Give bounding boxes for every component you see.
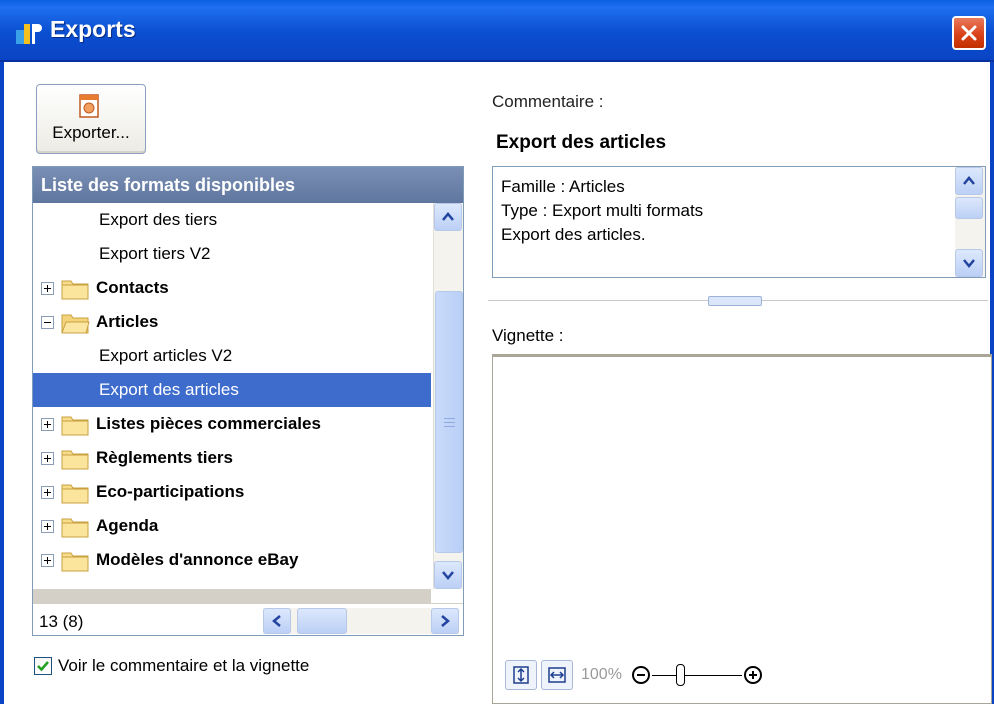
show-comment-option[interactable]: Voir le commentaire et la vignette (34, 656, 309, 676)
scroll-thumb[interactable] (435, 291, 463, 553)
vertical-scrollbar[interactable] (433, 203, 463, 589)
tree-group-item[interactable]: Modèles d'annonce eBay (33, 543, 431, 577)
tree-group-item[interactable]: Listes pièces commerciales (33, 407, 431, 441)
tree-item-label: Listes pièces commerciales (96, 414, 321, 433)
dialog-body: Exporter... Liste des formats disponible… (0, 62, 994, 704)
chevron-up-icon (442, 212, 454, 221)
zoom-out-icon[interactable] (631, 666, 650, 684)
fit-width-icon (548, 667, 566, 683)
expand-icon[interactable] (41, 519, 54, 533)
tree-child-item[interactable]: Export articles V2 (33, 339, 431, 373)
zoom-slider-knob[interactable] (675, 664, 685, 686)
horizontal-scrollbar[interactable] (263, 608, 459, 634)
vignette-label: Vignette : (492, 326, 564, 345)
tree-item-label: Articles (96, 312, 159, 331)
tree-group-item[interactable]: Contacts (33, 271, 431, 305)
tree-item-label: Export articles V2 (99, 346, 233, 365)
vignette-preview: 100% (492, 354, 992, 704)
show-comment-label: Voir le commentaire et la vignette (58, 656, 310, 675)
folder-icon (61, 484, 89, 504)
tree-group-item[interactable]: Articles (33, 305, 431, 339)
vignette-toolbar: 100% (505, 657, 762, 693)
expand-icon[interactable] (41, 451, 54, 465)
tree-child-item[interactable]: Export tiers V2 (33, 237, 431, 271)
splitter-handle[interactable] (708, 296, 762, 306)
tree-item-label: Modèles d'annonce eBay (96, 550, 299, 569)
expand-icon[interactable] (41, 417, 54, 431)
comment-scroll-down-button[interactable] (955, 249, 983, 277)
chevron-left-icon (272, 615, 281, 627)
tree-child-item[interactable]: Export des tiers (33, 203, 431, 237)
tree-item-label: Agenda (96, 516, 159, 535)
tree-child-item[interactable]: Export des articles (33, 373, 431, 407)
tree-group-item[interactable]: Eco-participations (33, 475, 431, 509)
expand-icon[interactable] (41, 553, 54, 567)
fit-height-button[interactable] (505, 660, 537, 690)
chevron-right-icon (441, 615, 450, 627)
export-button-label: Exporter... (52, 123, 130, 142)
scroll-right-button[interactable] (431, 608, 459, 634)
tree-item-label: Export tiers V2 (99, 244, 211, 263)
folder-icon (61, 552, 89, 572)
folder-open-icon (61, 314, 90, 334)
chevron-down-icon (963, 259, 975, 268)
folder-icon (61, 280, 89, 300)
scroll-left-button[interactable] (263, 608, 291, 634)
folder-icon (61, 518, 89, 538)
zoom-in-icon[interactable] (743, 666, 762, 684)
folder-icon (61, 416, 89, 436)
fit-width-button[interactable] (541, 660, 573, 690)
document-export-icon (79, 94, 99, 118)
expand-icon[interactable] (41, 485, 54, 499)
folder-icon (61, 450, 89, 470)
zoom-level: 100% (581, 666, 622, 683)
tree-item-label: Règlements tiers (96, 448, 233, 467)
list-footer-band (33, 589, 431, 603)
close-button[interactable] (952, 16, 986, 50)
list-header: Liste des formats disponibles (33, 167, 463, 203)
window-title: Exports (50, 16, 136, 42)
tree-item-label: Export des articles (99, 380, 239, 399)
comment-textbox[interactable]: Famille : Articles Type : Export multi f… (492, 166, 986, 278)
tree-group-item[interactable]: Règlements tiers (33, 441, 431, 475)
chevron-down-icon (442, 571, 454, 580)
formats-tree[interactable]: Export des tiers Export tiers V2 Contacts A… (33, 203, 431, 589)
checkmark-icon (37, 661, 49, 672)
tree-item-label: Export des tiers (99, 210, 218, 229)
scroll-down-button[interactable] (434, 561, 462, 589)
panel-splitter[interactable] (488, 296, 988, 306)
comment-scroll-thumb[interactable] (955, 197, 983, 219)
title-bar: Exports (0, 0, 994, 62)
comment-text: Famille : Articles Type : Export multi f… (501, 177, 704, 244)
zoom-slider[interactable] (631, 660, 762, 690)
horizontal-scroll-thumb[interactable] (297, 608, 347, 634)
export-button[interactable]: Exporter... (36, 84, 146, 154)
fit-height-icon (513, 666, 529, 684)
list-status-row: 13 (8) (33, 603, 463, 635)
collapse-icon[interactable] (41, 315, 54, 329)
item-count: 13 (8) (39, 612, 84, 631)
expand-icon[interactable] (41, 281, 54, 295)
comment-scroll-up-button[interactable] (955, 167, 983, 195)
formats-list-panel: Liste des formats disponibles Export des… (32, 166, 464, 636)
close-icon (961, 25, 977, 41)
comment-title: Export des articles (496, 132, 667, 153)
tree-item-label: Eco-participations (96, 482, 245, 501)
comment-scrollbar[interactable] (955, 167, 985, 277)
chevron-up-icon (963, 176, 975, 185)
comment-label: Commentaire : (492, 92, 604, 111)
app-logo-icon (16, 24, 42, 44)
tree-item-label: Contacts (96, 278, 169, 297)
tree-group-item[interactable]: Agenda (33, 509, 431, 543)
scroll-up-button[interactable] (434, 203, 462, 231)
show-comment-checkbox[interactable] (34, 657, 52, 675)
